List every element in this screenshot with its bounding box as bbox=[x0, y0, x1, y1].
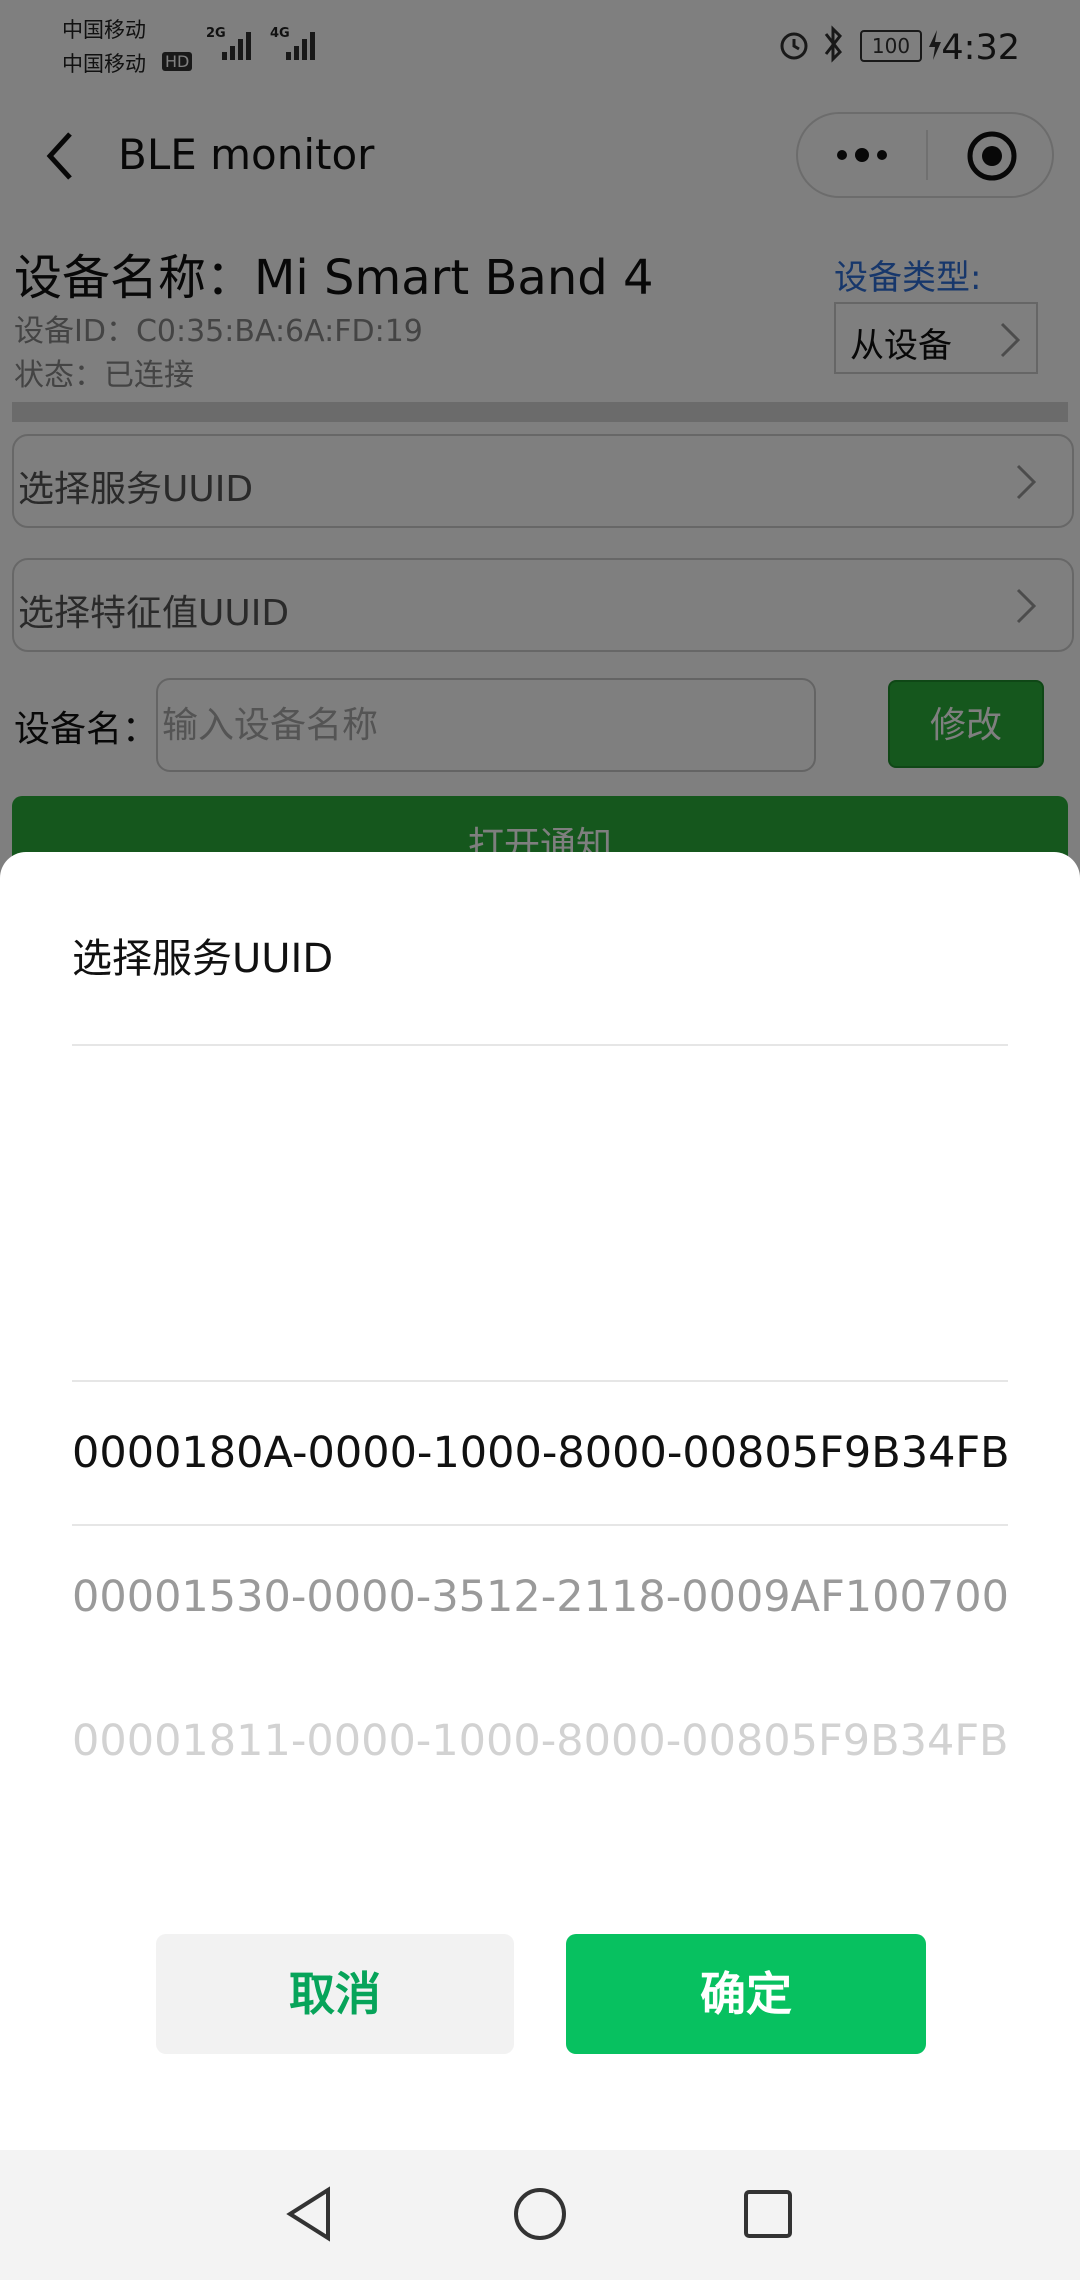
sheet-title: 选择服务UUID bbox=[72, 936, 334, 982]
uuid-picker-sheet: 选择服务UUID 0000180A-0000-1000-8000-00805F9… bbox=[0, 852, 1080, 2150]
back-triangle-icon[interactable] bbox=[282, 2184, 336, 2244]
cancel-button[interactable]: 取消 bbox=[156, 1934, 514, 2054]
uuid-option[interactable]: 00001811-0000-1000-8000-00805F9B34FB bbox=[72, 1716, 1009, 1766]
system-navigation-bar bbox=[0, 2150, 1080, 2280]
selection-top-line bbox=[72, 1380, 1008, 1382]
uuid-option-selected[interactable]: 0000180A-0000-1000-8000-00805F9B34FB bbox=[72, 1428, 1010, 1478]
confirm-button[interactable]: 确定 bbox=[566, 1934, 926, 2054]
uuid-option[interactable]: 00001530-0000-3512-2118-0009AF100700 bbox=[72, 1572, 1009, 1622]
selection-bottom-line bbox=[72, 1524, 1008, 1526]
title-divider bbox=[72, 1044, 1008, 1046]
home-circle-icon[interactable] bbox=[510, 2184, 570, 2244]
recents-square-icon[interactable] bbox=[740, 2186, 796, 2242]
